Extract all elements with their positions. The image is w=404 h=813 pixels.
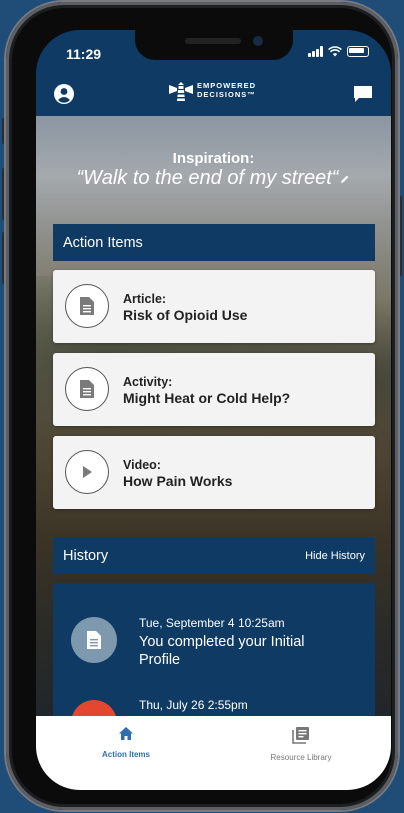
app-logo: EMPOWERED DECISIONS™ <box>169 78 256 102</box>
inspiration-text: “Walk to the end of my street“ <box>76 167 339 189</box>
history-title: History <box>63 547 109 564</box>
app-screen: 11:29 EMPOWERED DECISIONS™ Inspiration: … <box>36 30 391 790</box>
profile-icon[interactable] <box>54 84 74 104</box>
library-icon <box>292 727 309 744</box>
logo-line-1: EMPOWERED <box>197 81 257 90</box>
history-description: You completed your Initial Profile <box>139 634 305 668</box>
document-icon <box>71 617 117 663</box>
wifi-icon <box>328 46 342 57</box>
history-header: History Hide History <box>53 537 375 574</box>
play-icon <box>65 450 109 494</box>
phone-frame: 11:29 EMPOWERED DECISIONS™ Inspiration: … <box>6 2 398 810</box>
action-item-title: Risk of Opioid Use <box>123 307 248 323</box>
notch <box>135 30 293 60</box>
action-item-title: How Pain Works <box>123 473 233 489</box>
logo-wordmark: EMPOWERED DECISIONS™ <box>197 81 256 99</box>
bottom-tab-bar: Action Items Resource Library <box>36 716 391 790</box>
document-icon <box>65 367 109 411</box>
history-date: Tue, September 4 10:25am <box>139 616 285 630</box>
action-item-title: Might Heat or Cold Help? <box>123 390 291 406</box>
tab-label: Resource Library <box>270 753 332 762</box>
document-icon <box>65 284 109 328</box>
tab-action-items[interactable]: Action Items <box>51 726 201 759</box>
history-date: Thu, July 26 2:55pm <box>139 698 248 712</box>
tab-label: Action Items <box>101 750 150 759</box>
lighthouse-icon <box>169 82 193 101</box>
signal-icon <box>308 46 323 57</box>
action-items-title: Action Items <box>63 234 143 251</box>
action-item-card-video[interactable]: Video: How Pain Works <box>53 436 375 509</box>
action-item-type: Article: <box>123 292 167 306</box>
speaker-grille <box>185 38 241 44</box>
hide-history-link[interactable]: Hide History <box>305 550 365 562</box>
edit-pencil-icon[interactable] <box>340 174 350 184</box>
action-item-card-article[interactable]: Article: Risk of Opioid Use <box>53 270 375 343</box>
inspiration-quote: “Walk to the end of my street“ <box>36 167 391 190</box>
front-camera <box>253 36 263 46</box>
action-items-header: Action Items <box>53 224 375 261</box>
action-item-card-activity[interactable]: Activity: Might Heat or Cold Help? <box>53 353 375 426</box>
history-list: Tue, September 4 10:25am You completed y… <box>53 583 375 746</box>
status-icons <box>308 46 369 57</box>
tab-resource-library[interactable]: Resource Library <box>226 726 376 762</box>
logo-line-2: DECISIONS™ <box>197 90 256 99</box>
action-item-type: Video: <box>123 458 161 472</box>
status-time: 11:29 <box>66 46 102 62</box>
battery-icon <box>347 46 369 57</box>
action-item-type: Activity: <box>123 375 173 389</box>
home-icon <box>119 727 133 740</box>
chat-icon[interactable] <box>353 85 373 103</box>
inspiration-label: Inspiration: <box>172 150 255 167</box>
